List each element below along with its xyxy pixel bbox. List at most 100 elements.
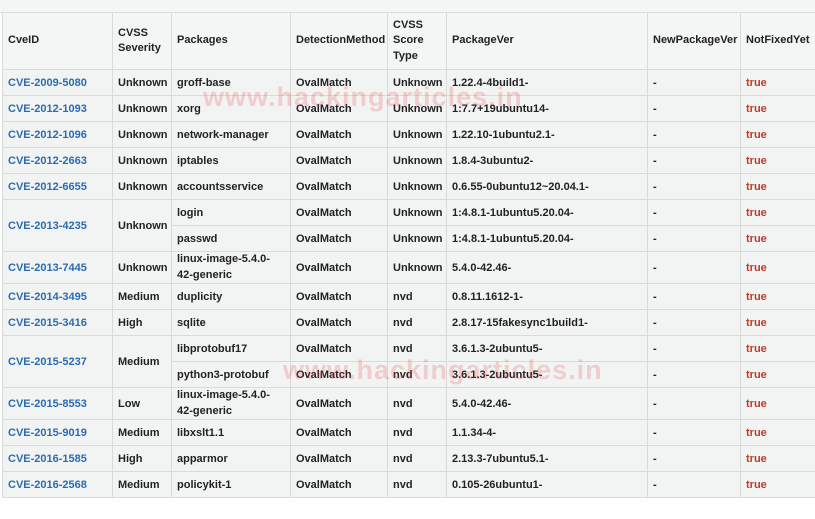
severity-cell: Unknown [112,121,172,148]
detection-method-cell: OvalMatch [290,361,388,388]
package-cell: login [171,199,291,226]
cve-id-cell[interactable]: CVE-2012-1093 [2,95,113,122]
new-package-ver-cell: - [647,419,741,446]
table-row: CVE-2013-4235 Unknown login OvalMatch Un… [2,199,815,252]
severity-cell: Medium [112,335,172,388]
column-header-package-ver[interactable]: PackageVer [446,12,648,70]
cve-id-cell[interactable]: CVE-2012-6655 [2,173,113,200]
severity-cell: Unknown [112,147,172,174]
detection-method-cell: OvalMatch [290,173,388,200]
package-ver-cell: 2.13.3-7ubuntu5.1- [446,445,648,472]
package-ver-cell: 2.8.17-15fakesync1build1- [446,309,648,336]
table-row: CVE-2015-9019 Medium libxslt1.1 OvalMatc… [2,419,815,446]
cve-id-cell[interactable]: CVE-2016-1585 [2,445,113,472]
detection-method-cell: OvalMatch [290,445,388,472]
column-header-cveid[interactable]: CveID [2,12,113,70]
package-ver-cell: 0.6.55-0ubuntu12~20.04.1- [446,173,648,200]
table-row: CVE-2016-1585 High apparmor OvalMatch nv… [2,445,815,472]
package-cell: sqlite [171,309,291,336]
cve-id-cell[interactable]: CVE-2009-5080 [2,69,113,96]
table-row: CVE-2016-2568 Medium policykit-1 OvalMat… [2,471,815,498]
score-type-cell: nvd [387,283,447,310]
package-cell: apparmor [171,445,291,472]
column-header-new-package-ver[interactable]: NewPackageVer [647,12,741,70]
package-ver-cell: 5.4.0-42.46- [446,387,648,420]
score-type-cell: nvd [387,387,447,420]
cve-id-cell[interactable]: CVE-2013-7445 [2,251,113,284]
score-type-cell: nvd [387,419,447,446]
not-fixed-yet-cell: true [740,335,815,362]
cve-id-cell[interactable]: CVE-2015-9019 [2,419,113,446]
cve-id-cell[interactable]: CVE-2016-2568 [2,471,113,498]
severity-cell: Unknown [112,251,172,284]
cve-id-cell[interactable]: CVE-2015-5237 [2,335,113,388]
new-package-ver-cell: - [647,173,741,200]
new-package-ver-cell: - [647,335,741,362]
package-ver-cell: 3.6.1.3-2ubuntu5- [446,335,648,362]
score-type-cell: Unknown [387,69,447,96]
not-fixed-yet-cell: true [740,199,815,226]
not-fixed-yet-cell: true [740,147,815,174]
not-fixed-yet-cell: true [740,69,815,96]
severity-cell: Medium [112,419,172,446]
package-cell: accountsservice [171,173,291,200]
not-fixed-yet-cell: true [740,445,815,472]
detection-method-cell: OvalMatch [290,335,388,362]
detection-method-cell: OvalMatch [290,95,388,122]
package-ver-cell: 1.1.34-4- [446,419,648,446]
package-ver-cell: 0.8.11.1612-1- [446,283,648,310]
detection-method-cell: OvalMatch [290,283,388,310]
column-header-not-fixed-yet[interactable]: NotFixedYet [740,12,815,70]
cve-id-cell[interactable]: CVE-2014-3495 [2,283,113,310]
package-ver-cell: 1:4.8.1-1ubuntu5.20.04- [446,225,648,252]
detection-method-cell: OvalMatch [290,251,388,284]
not-fixed-yet-cell: true [740,283,815,310]
package-ver-cell: 1.22.10-1ubuntu2.1- [446,121,648,148]
column-header-detection-method[interactable]: DetectionMethod [290,12,388,70]
severity-cell: Unknown [112,173,172,200]
package-cell: linux-image-5.4.0-42-generic [171,251,291,284]
detection-method-cell: OvalMatch [290,225,388,252]
score-type-cell: Unknown [387,95,447,122]
not-fixed-yet-cell: true [740,419,815,446]
column-header-cvss-severity[interactable]: CVSS Severity [112,12,172,70]
severity-cell: Unknown [112,69,172,96]
score-type-cell: Unknown [387,251,447,284]
not-fixed-yet-cell: true [740,121,815,148]
cve-id-cell[interactable]: CVE-2012-1096 [2,121,113,148]
cve-id-cell[interactable]: CVE-2015-3416 [2,309,113,336]
column-header-cvss-score-type[interactable]: CVSS Score Type [387,12,447,70]
report-viewport: CveID CVSS Severity Packages DetectionMe… [0,0,815,519]
table-header-row: CveID CVSS Severity Packages DetectionMe… [2,12,815,70]
table-row: CVE-2014-3495 Medium duplicity OvalMatch… [2,283,815,310]
new-package-ver-cell: - [647,387,741,420]
table-row: CVE-2012-1093 Unknown xorg OvalMatch Unk… [2,95,815,122]
severity-cell: High [112,445,172,472]
new-package-ver-cell: - [647,121,741,148]
score-type-cell: Unknown [387,147,447,174]
new-package-ver-cell: - [647,225,741,252]
score-type-cell: nvd [387,309,447,336]
score-type-cell: Unknown [387,225,447,252]
not-fixed-yet-cell: true [740,387,815,420]
score-type-cell: nvd [387,471,447,498]
package-cell: groff-base [171,69,291,96]
cve-id-cell[interactable]: CVE-2012-2663 [2,147,113,174]
table-row: CVE-2015-5237 Medium libprotobuf17 OvalM… [2,335,815,388]
cve-id-cell[interactable]: CVE-2013-4235 [2,199,113,252]
package-ver-cell: 1.22.4-4build1- [446,69,648,96]
table-row: CVE-2012-6655 Unknown accountsservice Ov… [2,173,815,200]
severity-cell: Unknown [112,95,172,122]
column-header-packages[interactable]: Packages [171,12,291,70]
not-fixed-yet-cell: true [740,173,815,200]
new-package-ver-cell: - [647,251,741,284]
package-ver-cell: 5.4.0-42.46- [446,251,648,284]
new-package-ver-cell: - [647,199,741,226]
score-type-cell: nvd [387,361,447,388]
package-ver-cell: 1.8.4-3ubuntu2- [446,147,648,174]
table-row: CVE-2012-2663 Unknown iptables OvalMatch… [2,147,815,174]
new-package-ver-cell: - [647,445,741,472]
cve-id-cell[interactable]: CVE-2015-8553 [2,387,113,420]
package-cell: iptables [171,147,291,174]
score-type-cell: Unknown [387,121,447,148]
